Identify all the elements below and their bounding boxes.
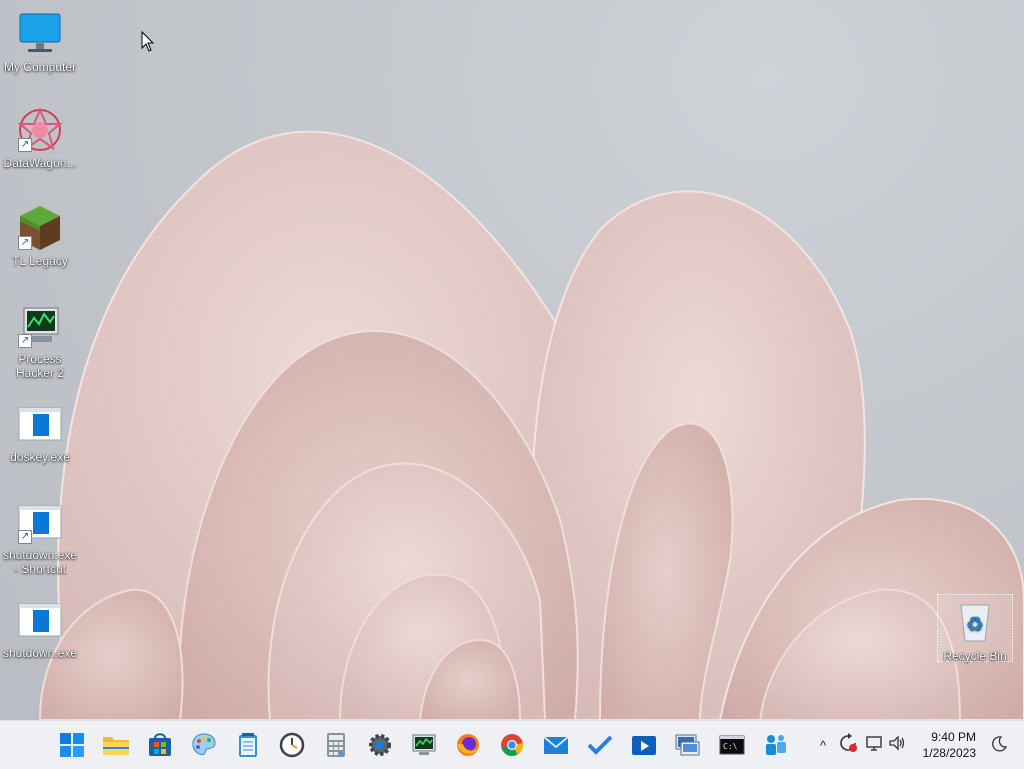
desktop-icon-process-hacker[interactable]: ↗ Process Hacker 2: [0, 302, 80, 380]
notifications-button[interactable]: [990, 735, 1010, 755]
show-hidden-icons-chevron-icon[interactable]: ^: [812, 738, 834, 753]
paint-icon: [192, 733, 216, 755]
taskbar-terminal[interactable]: C:\: [716, 729, 748, 761]
folder-icon: [103, 737, 129, 755]
mail-icon: [543, 736, 569, 754]
process-hacker-icon: ↗: [16, 302, 64, 350]
remote-desktop-icon: [675, 734, 700, 756]
media-player-icon: [632, 736, 656, 755]
taskbar-remote-desktop[interactable]: [672, 729, 704, 761]
start-icon: [60, 733, 84, 757]
desktop-icon-shutdown[interactable]: shutdown.exe: [0, 596, 80, 660]
taskbar-mail[interactable]: [540, 729, 572, 761]
desktop-icon-label: DataWagon...: [3, 156, 77, 170]
clock-time: 9:40 PM: [931, 730, 976, 744]
application-icon: [16, 400, 64, 448]
mouse-pointer-icon: [141, 31, 155, 52]
taskbar-store[interactable]: [144, 729, 176, 761]
checkmark-icon: [587, 735, 613, 755]
taskbar-notepad[interactable]: [232, 729, 264, 761]
svg-text:C:\: C:\: [723, 742, 738, 751]
task-manager-icon: [412, 734, 436, 755]
taskbar-firefox[interactable]: [452, 729, 484, 761]
taskbar-file-explorer[interactable]: [100, 729, 132, 761]
teams-icon: [766, 735, 786, 755]
desktop-icon-my-computer[interactable]: My Computer: [0, 10, 80, 74]
notepad-icon: [239, 733, 257, 757]
application-icon: ↗: [16, 498, 64, 546]
taskbar: C:\ ^ 9:40 PM 1/28/2023: [0, 720, 1024, 769]
desktop-icon-label: Process Hacker 2: [15, 352, 65, 380]
taskbar-chrome[interactable]: [496, 729, 528, 761]
settings-icon: [369, 734, 391, 756]
recycle-bin-icon: ♻: [951, 599, 999, 647]
taskbar-settings[interactable]: [364, 729, 396, 761]
desktop-icon-label: TL Legacy: [12, 254, 68, 268]
taskbar-todo[interactable]: [584, 729, 616, 761]
monitor-icon: [16, 10, 64, 58]
network-icon[interactable]: [862, 734, 886, 757]
system-clock[interactable]: 9:40 PM 1/28/2023: [904, 729, 976, 761]
desktop-icon-label: doskey.exe: [10, 450, 70, 464]
desktop-icon-tl-legacy[interactable]: ↗ TL Legacy: [0, 204, 80, 268]
desktop-icon-label: shutdown.exe: [2, 646, 78, 660]
grass-block-icon: ↗: [16, 204, 64, 252]
sync-status-icon[interactable]: [834, 732, 862, 758]
svg-text:♻: ♻: [966, 612, 984, 636]
desktop-icon-datawagon[interactable]: ↗ DataWagon...: [0, 106, 80, 170]
shortcut-arrow-icon: ↗: [18, 236, 32, 250]
start-button[interactable]: [56, 729, 88, 761]
clock-date: 1/28/2023: [922, 746, 976, 760]
taskbar-teams[interactable]: [760, 729, 792, 761]
shortcut-arrow-icon: ↗: [18, 530, 32, 544]
shortcut-arrow-icon: ↗: [18, 138, 32, 152]
terminal-icon: C:\: [719, 735, 745, 755]
taskbar-task-manager[interactable]: [408, 729, 440, 761]
taskbar-paint[interactable]: [188, 729, 220, 761]
calculator-icon: [327, 733, 345, 757]
shortcut-arrow-icon: ↗: [18, 334, 32, 348]
desktop-icon-recycle-bin[interactable]: ♻ Recycle Bin: [937, 594, 1013, 663]
desktop-icon-label: shutdown.exe - Shortcut: [2, 548, 78, 576]
application-icon: [16, 596, 64, 644]
desktop-icon-label: Recycle Bin: [943, 649, 1007, 663]
taskbar-media-player[interactable]: [628, 729, 660, 761]
firefox-icon: [457, 734, 479, 756]
datawagon-icon: ↗: [16, 106, 64, 154]
clock-icon: [279, 732, 305, 758]
desktop-icon-shutdown-shortcut[interactable]: ↗ shutdown.exe - Shortcut: [0, 498, 80, 576]
desktop-icon-label: My Computer: [3, 60, 77, 74]
taskbar-clock[interactable]: [276, 729, 308, 761]
chrome-icon: [501, 734, 524, 756]
taskbar-calculator[interactable]: [320, 729, 352, 761]
desktop-icon-doskey[interactable]: doskey.exe: [0, 400, 80, 464]
moon-icon: [992, 736, 1008, 752]
store-icon: [149, 733, 171, 756]
wallpaper-bloom: [38, 130, 1024, 720]
